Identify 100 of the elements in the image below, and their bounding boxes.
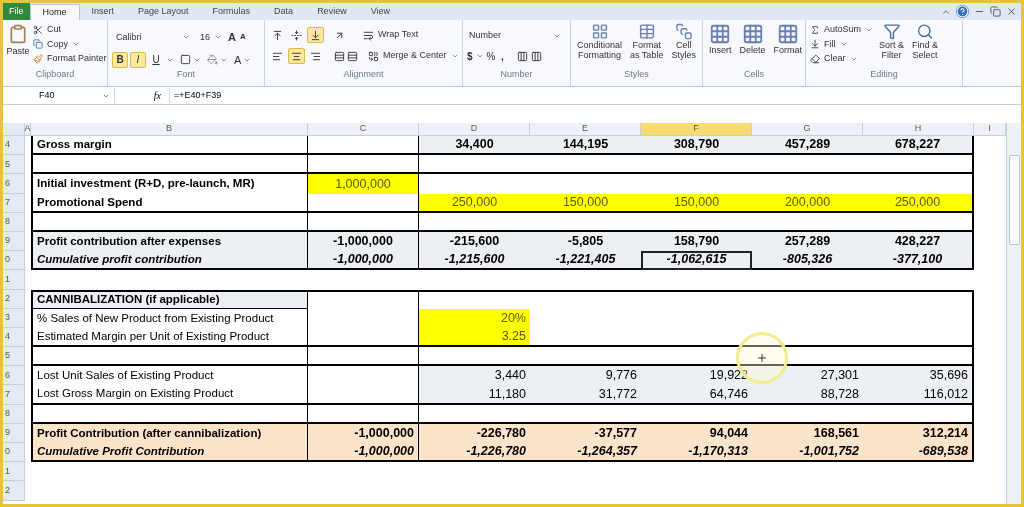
font-size-dropdown[interactable]: 16: [198, 29, 224, 45]
row-number[interactable]: 6: [3, 366, 25, 386]
editing-button[interactable]: AutoSum: [810, 23, 874, 37]
vertical-align-button[interactable]: [288, 27, 305, 43]
font-name-dropdown[interactable]: Calibri: [112, 29, 194, 45]
column-header[interactable]: F: [641, 123, 752, 136]
tool-icon: [810, 53, 820, 64]
paste-button[interactable]: Paste: [7, 23, 29, 60]
wrap-text-button[interactable]: Wrap Text: [363, 28, 419, 42]
editing-large-button[interactable]: Sort & Filter: [877, 23, 907, 60]
ribbon-tab[interactable]: Page Layout: [126, 4, 201, 20]
align-lines-icon: [310, 29, 321, 41]
group-label: Editing: [870, 69, 898, 79]
table-cell: 19,922: [641, 366, 752, 386]
row-number[interactable]: 2: [3, 289, 25, 309]
column-header[interactable]: C: [308, 123, 419, 136]
table-cell: 250,000: [863, 193, 974, 213]
row-number[interactable]: 2: [3, 481, 25, 501]
font-color-button[interactable]: A: [234, 51, 242, 68]
ribbon-tab[interactable]: View: [358, 4, 402, 20]
ribbon-tab[interactable]: Home: [29, 4, 80, 20]
grow-font-button[interactable]: A: [228, 29, 236, 46]
ribbon-tab[interactable]: Review: [305, 4, 359, 20]
font-style-button[interactable]: I: [130, 51, 146, 68]
font-style-button[interactable]: B: [112, 51, 128, 68]
style-button[interactable]: Conditional Formatting: [575, 23, 625, 60]
clipboard-icon: [8, 23, 28, 45]
help-icon[interactable]: [956, 5, 969, 18]
horizontal-align-button[interactable]: [288, 48, 305, 64]
restore-icon[interactable]: [990, 6, 1001, 17]
style-button[interactable]: Cell Styles: [669, 23, 698, 60]
table-cell: Profit Contribution (after cannibalization): [31, 423, 308, 443]
row-number[interactable]: 0: [3, 251, 25, 271]
function-label[interactable]: fx: [153, 88, 161, 103]
cells-button[interactable]: Insert: [707, 23, 734, 60]
column-header[interactable]: G: [752, 123, 863, 136]
comma-button[interactable]: ,: [498, 48, 507, 64]
row-number[interactable]: 8: [3, 212, 25, 232]
border-icon[interactable]: [180, 54, 191, 66]
row-number[interactable]: 7: [3, 193, 25, 213]
row-number[interactable]: 5: [3, 347, 25, 367]
cursor-icon: [756, 352, 768, 364]
column-header[interactable]: B: [31, 123, 308, 136]
editing-large-button[interactable]: Find & Select: [910, 23, 941, 60]
row-number[interactable]: 8: [3, 404, 25, 424]
tool-icon: [810, 39, 820, 50]
close-icon[interactable]: [1006, 6, 1017, 17]
name-box[interactable]: F40: [3, 88, 115, 103]
formula-field[interactable]: =+E40+F39: [170, 88, 1021, 103]
ribbon-tab[interactable]: File: [3, 3, 30, 20]
table-cell: Cumulative profit contribution: [31, 251, 308, 271]
row-number[interactable]: 1: [3, 270, 25, 290]
table-cell: Promotional Spend: [31, 193, 308, 213]
group-label: Font: [177, 69, 195, 79]
row-number[interactable]: 5: [3, 155, 25, 175]
fill-color-icon[interactable]: [207, 54, 218, 66]
table-cell: Gross margin: [31, 136, 308, 156]
row-number[interactable]: 6: [3, 174, 25, 194]
shrink-font-button[interactable]: A: [239, 31, 246, 44]
column-header[interactable]: D: [419, 123, 530, 136]
row-number[interactable]: 3: [3, 308, 25, 328]
table-cell: 457,289: [752, 136, 863, 156]
table-cell: 150,000: [530, 193, 641, 213]
caret-icon: [450, 52, 459, 60]
cut-button[interactable]: Cut: [33, 23, 107, 37]
merge-center-button[interactable]: Merge & Center: [368, 49, 459, 63]
table-cell: -1,000,000: [308, 251, 419, 271]
table-cell: -1,001,752: [752, 443, 863, 463]
column-header[interactable]: H: [863, 123, 974, 136]
table-cell: CANNIBALIZATION (if applicable): [31, 289, 308, 309]
row-number[interactable]: 0: [3, 443, 25, 463]
ribbon-tab[interactable]: Insert: [79, 4, 127, 20]
row-number[interactable]: 9: [3, 231, 25, 252]
ribbon-tab[interactable]: Formulas: [200, 4, 263, 20]
cells-button[interactable]: Delete: [737, 23, 768, 60]
row-number[interactable]: 4: [3, 327, 25, 348]
font-style-button[interactable]: U: [148, 51, 164, 68]
table-cell[interactable]: -1,062,615: [641, 251, 752, 271]
row-number[interactable]: 1: [3, 462, 25, 482]
table-cell: Lost Gross Margin on Existing Product: [31, 385, 308, 405]
cells-button[interactable]: Format: [771, 23, 805, 60]
row-number[interactable]: 9: [3, 423, 25, 443]
align-lines-icon: [291, 29, 302, 41]
editing-button[interactable]: Clear: [810, 52, 874, 66]
column-header[interactable]: I: [974, 123, 1006, 136]
table-cell: -377,100: [863, 251, 974, 271]
table-cell: 250,000: [419, 193, 530, 213]
editing-button[interactable]: Fill: [810, 37, 874, 51]
number-format-dropdown[interactable]: Number: [467, 29, 563, 43]
format-painter-button[interactable]: Format Painter: [33, 52, 107, 66]
row-number[interactable]: 7: [3, 385, 25, 405]
column-header[interactable]: E: [530, 123, 641, 136]
copy-button[interactable]: Copy: [33, 37, 107, 51]
style-button[interactable]: Format as Table: [628, 23, 666, 60]
vertical-align-button[interactable]: [307, 27, 324, 43]
currency-button[interactable]: $: [467, 48, 473, 64]
row-number[interactable]: 4: [3, 136, 25, 156]
vertical-scrollbar[interactable]: [1006, 123, 1021, 504]
ribbon-tab[interactable]: Data: [262, 4, 306, 20]
percent-button[interactable]: %: [486, 48, 496, 64]
